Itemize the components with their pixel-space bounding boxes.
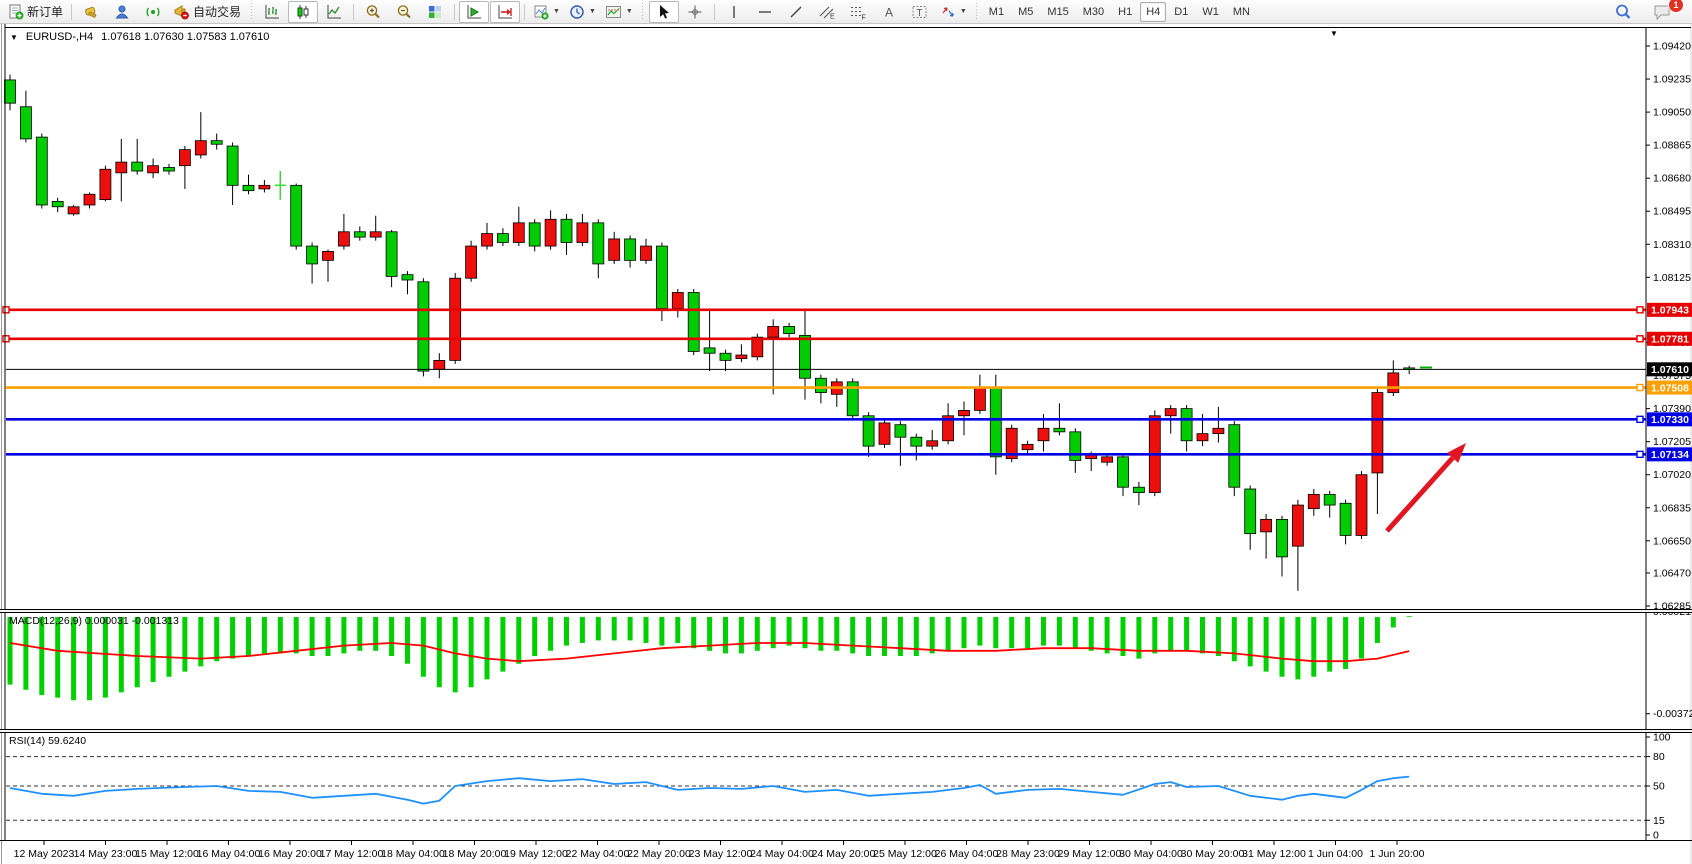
price-tick: 1.07205 [1653, 436, 1691, 448]
time-tick: 18 May 04:00 [381, 848, 445, 860]
price-tick: 1.08495 [1653, 206, 1691, 218]
price-tick: 1.06650 [1653, 535, 1691, 547]
price-label-text: 1.07610 [1651, 364, 1689, 376]
price-label-text: 1.07508 [1651, 382, 1689, 394]
time-tick: 30 May 04:00 [1119, 848, 1183, 860]
time-tick: 16 May 04:00 [197, 848, 261, 860]
price-tick: 1.08310 [1653, 239, 1691, 251]
time-tick: 1 Jun 04:00 [1308, 848, 1363, 860]
price-label-text: 1.07330 [1651, 414, 1689, 426]
rsi-axis-tick: 0 [1653, 830, 1659, 842]
price-tick: 1.09050 [1653, 107, 1691, 119]
price-tick: 1.08865 [1653, 140, 1691, 152]
price-label-text: 1.07781 [1651, 334, 1689, 346]
time-tick: 19 May 12:00 [504, 848, 568, 860]
macd-indicator-label: MACD(12,26,9) 0.000031 -0.001313 [9, 615, 179, 627]
price-tick: 1.06470 [1653, 567, 1691, 579]
rsi-axis-tick: 15 [1653, 815, 1665, 827]
price-label-text: 1.07943 [1651, 305, 1689, 317]
chart-ohlc-values: 1.07618 1.07630 1.07583 1.07610 [101, 31, 269, 43]
time-tick: 24 May 04:00 [750, 848, 814, 860]
macd-axis-tick: -0.00372 [1653, 708, 1692, 720]
price-tick: 1.08680 [1653, 173, 1691, 185]
price-tick: 1.07020 [1653, 469, 1691, 481]
time-tick: 30 May 20:00 [1181, 848, 1245, 860]
chart-dropdown-icon: ▼ [10, 33, 18, 42]
time-tick: 29 May 12:00 [1058, 848, 1122, 860]
time-tick: 22 May 04:00 [566, 848, 630, 860]
time-tick: 23 May 12:00 [689, 848, 753, 860]
time-tick: 24 May 20:00 [812, 848, 876, 860]
time-tick: 31 May 12:00 [1242, 848, 1306, 860]
chart-title[interactable]: ▼ EURUSD-,H4 1.07618 1.07630 1.07583 1.0… [10, 31, 269, 43]
time-tick: 28 May 23:00 [996, 848, 1060, 860]
rsi-indicator-label: RSI(14) 59.6240 [9, 735, 86, 747]
price-tick: 1.09420 [1653, 41, 1691, 53]
price-label-text: 1.07134 [1651, 449, 1689, 461]
price-tick: 1.06835 [1653, 502, 1691, 514]
time-tick: 18 May 20:00 [443, 848, 507, 860]
time-tick: 14 May 23:00 [74, 848, 138, 860]
rsi-axis-tick: 100 [1653, 732, 1671, 744]
time-tick: 16 May 20:00 [258, 848, 322, 860]
time-tick: 22 May 20:00 [627, 848, 691, 860]
price-tick: 1.09235 [1653, 74, 1691, 86]
time-tick: 12 May 2023 [14, 848, 75, 860]
time-tick: 25 May 12:00 [873, 848, 937, 860]
time-tick: 1 Jun 20:00 [1370, 848, 1425, 860]
one-click-marker-icon[interactable]: ▼ [1330, 29, 1338, 38]
time-tick: 15 May 12:00 [135, 848, 199, 860]
chart-canvas[interactable]: 1.09420 1.09235 1.09050 1.08865 1.08680 1.084… [0, 0, 1692, 864]
time-tick: 26 May 04:00 [935, 848, 999, 860]
rsi-axis-tick: 80 [1653, 751, 1665, 763]
price-tick: 1.08125 [1653, 272, 1691, 284]
rsi-axis-tick: 50 [1653, 781, 1665, 793]
time-tick: 17 May 12:00 [320, 848, 384, 860]
chart-symbol-period: EURUSD-,H4 [26, 31, 93, 43]
